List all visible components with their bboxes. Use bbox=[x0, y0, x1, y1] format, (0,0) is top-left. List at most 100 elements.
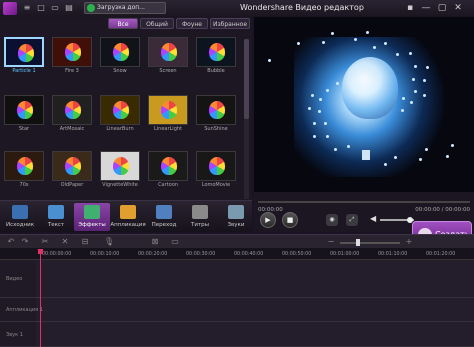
fullscreen-icon[interactable]: ⤢ bbox=[346, 214, 358, 226]
redo-icon[interactable]: ↷ bbox=[20, 237, 30, 247]
category-text[interactable]: Текст bbox=[38, 203, 74, 231]
effect-thumbnail[interactable] bbox=[196, 37, 236, 67]
delete-icon[interactable]: ✕ bbox=[60, 237, 70, 247]
effect-thumbnail[interactable] bbox=[148, 151, 188, 181]
tab-background[interactable]: Фоуне bbox=[176, 18, 208, 29]
particle-spark bbox=[383, 163, 387, 167]
category-effects[interactable]: Эффекты bbox=[74, 203, 110, 231]
category-transition[interactable]: Переход bbox=[146, 203, 182, 231]
download-label: Загрузка доп... bbox=[97, 4, 145, 11]
effect-item[interactable]: LinearBurn bbox=[100, 95, 140, 135]
effect-name: VignetteWhite bbox=[102, 182, 138, 188]
particle-spark bbox=[409, 51, 413, 55]
category-folder[interactable]: Исходник bbox=[2, 203, 38, 231]
undo-icon[interactable]: ↶ bbox=[6, 237, 16, 247]
effect-thumbnail[interactable] bbox=[52, 95, 92, 125]
filter-tabs: Все Общий Фоуне Избранное bbox=[108, 18, 250, 29]
clip-icon[interactable]: ▭ bbox=[170, 237, 180, 247]
effect-name: Cartoon bbox=[158, 182, 178, 188]
effect-name: ArtMosaic bbox=[59, 126, 85, 132]
category-credits[interactable]: Титры bbox=[182, 203, 218, 231]
effect-thumbnail[interactable] bbox=[4, 37, 44, 67]
snapshot-icon[interactable]: ◉ bbox=[326, 214, 338, 226]
seek-bar[interactable] bbox=[258, 201, 470, 203]
effect-item[interactable]: VignetteWhite bbox=[100, 151, 140, 191]
play-button[interactable]: ▶ bbox=[260, 212, 276, 228]
effect-thumbnail[interactable] bbox=[148, 37, 188, 67]
open-icon[interactable]: ▭ bbox=[50, 2, 60, 14]
effect-thumbnail[interactable] bbox=[100, 37, 140, 67]
particle-spark bbox=[312, 121, 316, 125]
balloon-icon bbox=[209, 157, 225, 175]
timeline-track[interactable]: Видео bbox=[0, 260, 474, 298]
playhead-handle[interactable] bbox=[38, 249, 43, 254]
effect-item[interactable]: Screen bbox=[148, 37, 188, 77]
category-sound[interactable]: Звуки bbox=[218, 203, 254, 231]
effect-item[interactable]: Star bbox=[4, 95, 44, 135]
effect-item[interactable]: SunShine bbox=[196, 95, 236, 135]
playhead[interactable] bbox=[40, 250, 41, 347]
app-window: ≡ □ ▭ ▤ Загрузка доп... Wondershare Виде… bbox=[0, 0, 474, 347]
category-label: Аппликация bbox=[110, 222, 146, 228]
maximize-icon[interactable]: ▢ bbox=[436, 2, 448, 14]
particle-spark bbox=[450, 144, 454, 148]
tab-all[interactable]: Все bbox=[108, 18, 138, 29]
crop-icon[interactable]: ⊠ bbox=[150, 237, 160, 247]
effect-thumbnail[interactable] bbox=[196, 95, 236, 125]
zoom-knob[interactable] bbox=[356, 239, 360, 246]
new-icon[interactable]: □ bbox=[36, 2, 46, 14]
effect-thumbnail[interactable] bbox=[4, 151, 44, 181]
folder-icon bbox=[12, 205, 28, 219]
effect-item[interactable]: Cartoon bbox=[148, 151, 188, 191]
zoom-slider[interactable] bbox=[340, 242, 400, 244]
timeline-track[interactable]: Аппликация 1 bbox=[0, 298, 474, 322]
balloon-icon bbox=[17, 157, 33, 175]
effect-name: Bubble bbox=[207, 68, 225, 74]
particle-spark bbox=[296, 41, 300, 45]
minimize-icon[interactable]: — bbox=[420, 2, 432, 14]
effect-thumbnail[interactable] bbox=[148, 95, 188, 125]
effect-item[interactable]: Snow bbox=[100, 37, 140, 77]
category-applique[interactable]: Аппликация bbox=[110, 203, 146, 231]
particle-spark bbox=[411, 77, 415, 81]
ruler-tick: 00:00:10:00 bbox=[90, 252, 120, 257]
effect-thumbnail[interactable] bbox=[196, 151, 236, 181]
save-icon[interactable]: ▤ bbox=[64, 2, 74, 14]
effect-item[interactable]: OldPaper bbox=[52, 151, 92, 191]
cut-icon[interactable]: ✂ bbox=[40, 237, 50, 247]
effects-scrollbar[interactable] bbox=[244, 39, 249, 199]
ruler-tick: 00:01:10:00 bbox=[378, 252, 408, 257]
timeline-ruler[interactable]: 00:00:00:00 00:00:10:00 00:00:20:00 00:00:3… bbox=[0, 248, 474, 260]
effects-scroll-thumb[interactable] bbox=[244, 39, 249, 119]
category-bar: Исходник Текст Эффекты Аппликация Переход Тит… bbox=[0, 200, 252, 232]
split-icon[interactable]: ⊟ bbox=[80, 237, 90, 247]
tab-favorites[interactable]: Избранное bbox=[210, 18, 250, 29]
mic-icon[interactable]: 🎙 bbox=[104, 237, 114, 247]
effect-thumbnail[interactable] bbox=[52, 37, 92, 67]
category-label: Переход bbox=[151, 222, 177, 228]
effect-thumbnail[interactable] bbox=[52, 151, 92, 181]
close-icon[interactable]: ✕ bbox=[452, 2, 464, 14]
app-title: Wondershare Видео редактор bbox=[240, 3, 364, 12]
effect-item[interactable]: ArtMosaic bbox=[52, 95, 92, 135]
stop-button[interactable]: ■ bbox=[282, 212, 298, 228]
timeline-track[interactable]: Звук 1 bbox=[0, 322, 474, 347]
effect-item[interactable]: Fire 3 bbox=[52, 37, 92, 77]
effect-item[interactable]: Particle 1 bbox=[4, 37, 44, 77]
zoom-out-icon[interactable]: − bbox=[326, 237, 336, 247]
zoom-in-icon[interactable]: + bbox=[404, 237, 414, 247]
tab-general[interactable]: Общий bbox=[140, 18, 174, 29]
download-button[interactable]: Загрузка доп... bbox=[84, 2, 166, 14]
timeline-tracks: Видео Аппликация 1 Звук 1 bbox=[0, 260, 474, 347]
effect-thumbnail[interactable] bbox=[100, 151, 140, 181]
pin-icon[interactable]: ▪ bbox=[404, 2, 416, 14]
effect-item[interactable]: LomoMovie bbox=[196, 151, 236, 191]
effect-item[interactable]: Bubble bbox=[196, 37, 236, 77]
menu-icon[interactable]: ≡ bbox=[22, 2, 32, 14]
effect-thumbnail[interactable] bbox=[100, 95, 140, 125]
effect-thumbnail[interactable] bbox=[4, 95, 44, 125]
particle-spark bbox=[402, 97, 405, 100]
effect-item[interactable]: 70s bbox=[4, 151, 44, 191]
effect-name: LinearLight bbox=[153, 126, 183, 132]
effect-item[interactable]: LinearLight bbox=[148, 95, 188, 135]
